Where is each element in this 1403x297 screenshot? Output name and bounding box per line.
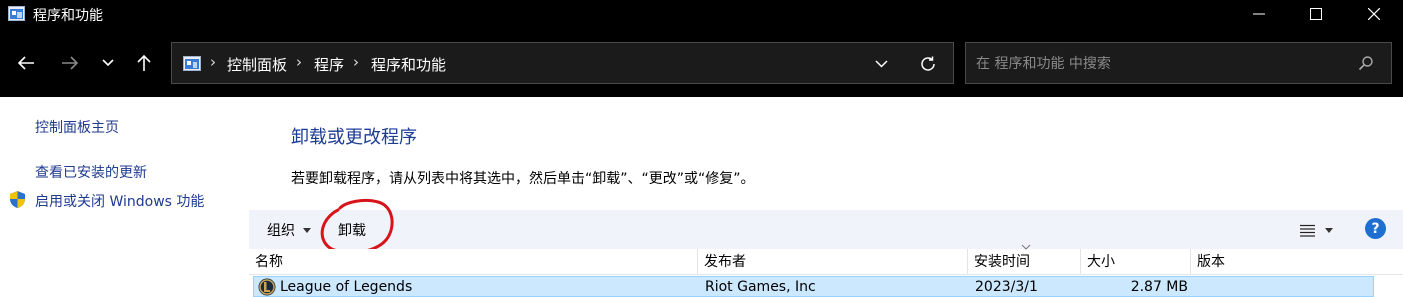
arrow-right-icon [62, 56, 79, 70]
window-title: 程序和功能 [33, 8, 103, 24]
control-panel-icon [183, 56, 201, 71]
view-installed-updates-link[interactable]: 查看已安装的更新 [35, 162, 147, 182]
column-header-version[interactable]: 版本 [1191, 249, 1373, 274]
refresh-button[interactable] [916, 52, 940, 76]
minimize-icon [1253, 13, 1265, 15]
column-header-publisher[interactable]: 发布者 [698, 249, 968, 274]
chevron-down-icon [874, 60, 888, 68]
programs-and-features-icon [8, 6, 25, 21]
change-view-button[interactable] [1300, 221, 1340, 239]
address-bar[interactable]: › 控制面板 › 程序 › 程序和功能 [171, 42, 954, 84]
breadcrumb-control-panel[interactable]: 控制面板 [227, 54, 287, 75]
program-size: 2.87 MB [1130, 279, 1188, 295]
dropdown-triangle-icon [303, 227, 311, 233]
back-button[interactable] [12, 49, 40, 77]
address-history-button[interactable] [870, 54, 892, 74]
refresh-icon [921, 56, 935, 71]
breadcrumb-programs-and-features[interactable]: 程序和功能 [371, 54, 446, 75]
help-button[interactable]: ? [1365, 218, 1386, 239]
table-row[interactable]: League of Legends Riot Games, Inc 2023/3… [253, 276, 1374, 297]
page-title: 卸载或更改程序 [291, 127, 417, 148]
column-header-installed-on[interactable]: 安装时间 [968, 249, 1081, 274]
maximize-button[interactable] [1288, 0, 1344, 28]
maximize-icon [1310, 8, 1322, 20]
instructions-text: 若要卸载程序，请从列表中将其选中，然后单击“卸载”、“更改”或“修复”。 [291, 171, 755, 187]
navigation-bar: › 控制面板 › 程序 › 程序和功能 [0, 28, 1403, 97]
organize-label: 组织 [267, 223, 295, 239]
left-pane: 控制面板主页 查看已安装的更新 启用或关闭 Windows 功能 [0, 97, 249, 297]
organize-button[interactable]: 组织 [267, 220, 311, 240]
arrow-up-icon [137, 54, 151, 71]
program-publisher: Riot Games, Inc [705, 279, 816, 295]
chevron-down-icon [102, 59, 114, 67]
close-button[interactable] [1346, 0, 1402, 28]
turn-windows-features-link[interactable]: 启用或关闭 Windows 功能 [35, 191, 204, 211]
command-bar: 组织 卸载 ? [249, 210, 1403, 249]
search-input[interactable] [974, 53, 1348, 75]
dropdown-triangle-icon [1325, 227, 1333, 233]
breadcrumb-separator[interactable]: › [296, 53, 302, 71]
uninstall-button[interactable]: 卸载 [338, 220, 366, 240]
league-of-legends-icon [258, 278, 276, 296]
column-header-size[interactable]: 大小 [1081, 249, 1191, 274]
breadcrumb-separator[interactable]: › [353, 53, 359, 71]
sort-caret-icon [1021, 244, 1031, 250]
close-icon [1368, 8, 1380, 20]
arrow-left-icon [17, 56, 34, 70]
column-header-row: 名称 发布者 安装时间 大小 版本 [249, 249, 1403, 275]
control-panel-home-link[interactable]: 控制面板主页 [35, 117, 119, 137]
minimize-button[interactable] [1231, 0, 1287, 28]
forward-button[interactable] [56, 49, 84, 77]
column-header-name[interactable]: 名称 [249, 249, 698, 274]
title-bar: 程序和功能 [0, 0, 1403, 28]
details-view-icon [1300, 224, 1315, 237]
recent-locations-button[interactable] [94, 49, 122, 77]
search-box[interactable] [965, 42, 1392, 84]
breadcrumb-separator[interactable]: › [210, 53, 216, 71]
up-button[interactable] [130, 49, 158, 77]
search-icon[interactable] [1358, 55, 1374, 71]
program-install-date: 2023/3/1 [975, 279, 1038, 295]
program-name: League of Legends [280, 279, 413, 295]
breadcrumb-programs[interactable]: 程序 [314, 54, 344, 75]
shield-icon [10, 191, 25, 208]
